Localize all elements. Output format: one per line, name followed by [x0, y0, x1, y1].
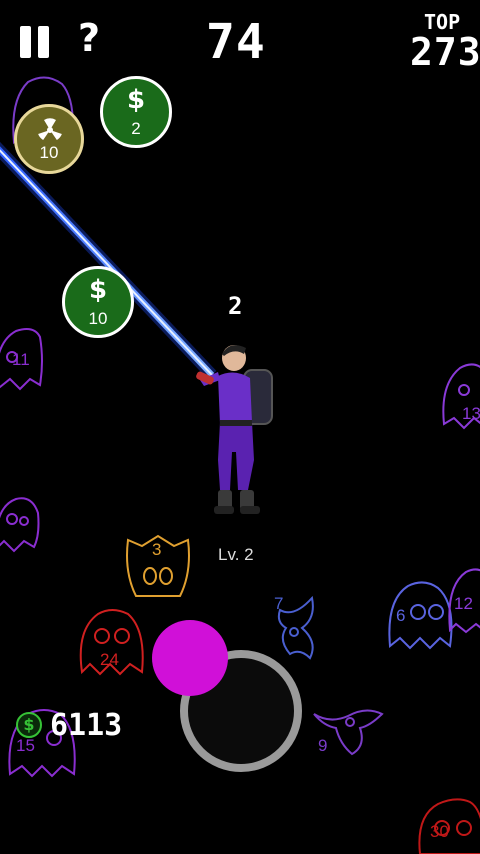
help-button[interactable]: ? [78, 16, 100, 60]
ghost-hp: 13 [462, 404, 480, 423]
ghost-enemy: 30 [414, 796, 480, 854]
ghost-hp: 3 [152, 540, 162, 559]
ghost-enemy: 24 [74, 606, 150, 678]
radiation-pickup[interactable]: 10 [14, 104, 84, 174]
ghost-enemy: 9 [312, 706, 384, 762]
ghost-hp: 15 [16, 736, 35, 755]
pause-icon [20, 26, 49, 58]
top-score-value: 273 [410, 30, 480, 74]
ghost-hp: 30 [430, 822, 449, 841]
radiation-icon [38, 118, 62, 140]
pickup-value: 10 [88, 309, 108, 328]
ghost-enemy: 3 [122, 532, 194, 602]
ghost-hp: 24 [100, 650, 119, 669]
score-counter: 74 [206, 14, 266, 70]
money-pickup[interactable]: $ 10 [62, 266, 134, 338]
joystick-knob[interactable] [152, 620, 228, 696]
ghost-enemy: 11 [0, 325, 46, 395]
ghost-enemy: 12 [446, 566, 480, 636]
ghost-enemy: 13 [438, 360, 480, 434]
ghost-enemy: 7 [272, 592, 320, 664]
ghost-hp: 12 [454, 594, 473, 613]
ghost-enemy [0, 495, 40, 555]
ghost-hp: 6 [396, 606, 406, 625]
combo-counter: 2 [228, 292, 243, 320]
ghost-hp: 7 [274, 594, 284, 613]
money-pickup[interactable]: $ 2 [100, 76, 172, 148]
ghost-hp: 9 [318, 736, 328, 755]
pickup-value: 2 [131, 119, 141, 138]
ghost-hp: 11 [12, 350, 30, 369]
player-character [196, 345, 273, 514]
player-level-label: Lv. 2 [218, 545, 254, 564]
dollar-icon: $ [126, 85, 146, 115]
pause-button[interactable] [18, 24, 52, 60]
dollar-icon: $ [88, 275, 108, 305]
money-counter: 6113 [50, 708, 123, 743]
pickup-value: 10 [39, 143, 59, 162]
money-icon: $ [16, 712, 42, 738]
